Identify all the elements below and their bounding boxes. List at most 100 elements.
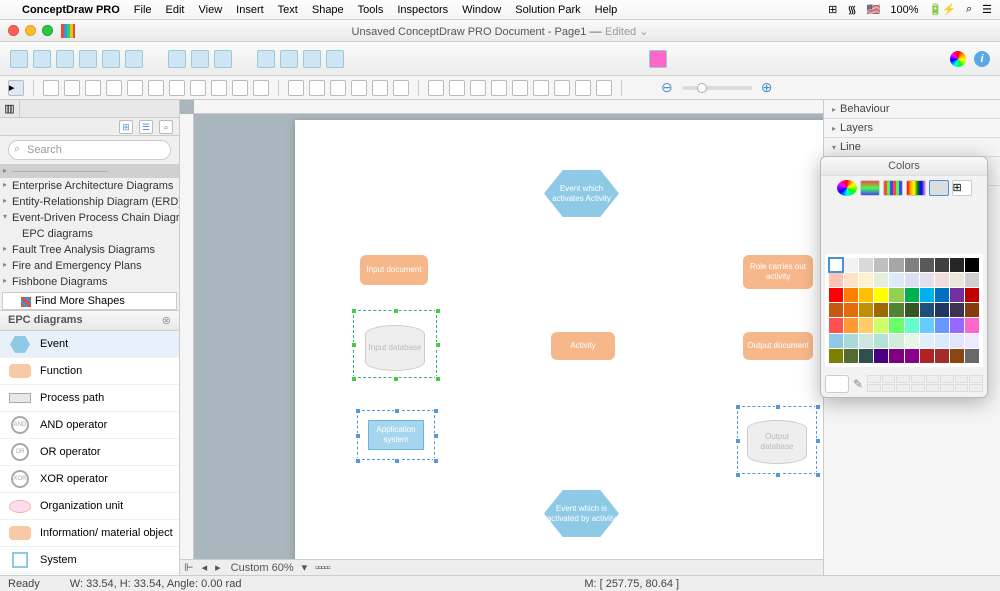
selection-handle[interactable] [433, 458, 439, 464]
shape-item[interactable]: Information [0, 574, 179, 575]
battery-level[interactable]: 100% [890, 4, 918, 16]
search-icon[interactable]: ⌕ [966, 3, 972, 16]
connector-tool[interactable] [449, 80, 465, 96]
shape-tool[interactable] [127, 80, 143, 96]
color-swatch[interactable] [905, 288, 919, 302]
color-swatch[interactable] [920, 258, 934, 272]
color-swatch[interactable] [889, 288, 903, 302]
zoom-slider[interactable] [682, 86, 752, 90]
drawing-page[interactable]: Event which activates Activity Input docu… [295, 120, 823, 560]
pointer-tool[interactable]: ▸ [8, 80, 24, 96]
selection-box[interactable] [737, 406, 817, 474]
zoom-in-icon[interactable]: ⊕ [761, 79, 773, 96]
color-swatch[interactable] [950, 303, 964, 317]
tool-button[interactable] [168, 50, 186, 68]
list-icon[interactable]: ☰ [982, 3, 992, 16]
line-tool[interactable] [330, 80, 346, 96]
selection-box[interactable] [353, 310, 437, 378]
library-header[interactable]: EPC diagrams⊗ [0, 310, 179, 331]
color-swatch[interactable] [874, 273, 888, 287]
tree-item[interactable]: Fault Tree Analysis Diagrams [0, 242, 179, 258]
color-swatch[interactable] [950, 258, 964, 272]
color-swatch[interactable] [844, 349, 858, 363]
color-swatch[interactable] [859, 273, 873, 287]
shape-item[interactable]: XORXOR operator [0, 466, 179, 493]
color-spectrum-mode[interactable] [906, 180, 926, 196]
search-input[interactable]: Search [8, 140, 171, 160]
tool-button[interactable] [280, 50, 298, 68]
connector-tool[interactable] [428, 80, 444, 96]
battery-icon[interactable]: 🔋⚡ [929, 3, 956, 16]
shape-tool[interactable] [253, 80, 269, 96]
color-swatch[interactable] [889, 303, 903, 317]
tool-button[interactable] [257, 50, 275, 68]
shape-item[interactable]: System [0, 547, 179, 574]
tree-item[interactable]: Fire and Emergency Plans [0, 258, 179, 274]
menu-tools[interactable]: Tools [358, 4, 384, 16]
tree-item[interactable]: Entity-Relationship Diagram (ERD) [0, 194, 179, 210]
canvas-shape[interactable]: Activity [551, 332, 615, 360]
tree-item[interactable]: Fishbone Diagrams [0, 274, 179, 290]
tree-item[interactable]: Event-Driven Process Chain Diagrams [0, 210, 179, 226]
color-swatch[interactable] [965, 273, 979, 287]
color-palette-mode[interactable] [883, 180, 903, 196]
canvas-area[interactable]: Event which activates Activity Input docu… [180, 100, 823, 575]
search-icon[interactable]: ⌕ [159, 120, 173, 134]
color-swatch[interactable] [889, 349, 903, 363]
connector-tool[interactable] [470, 80, 486, 96]
color-swatch[interactable] [874, 334, 888, 348]
color-swatch[interactable] [874, 303, 888, 317]
color-swatch[interactable] [859, 349, 873, 363]
info-icon[interactable]: i [974, 51, 990, 67]
color-swatch[interactable] [829, 334, 843, 348]
inspector-section[interactable]: Behaviour [824, 100, 1000, 119]
line-tool[interactable] [288, 80, 304, 96]
scroll-right-icon[interactable]: ▸ [211, 561, 225, 574]
color-swatch[interactable] [935, 288, 949, 302]
selection-handle[interactable] [815, 472, 821, 478]
menu-text[interactable]: Text [278, 4, 298, 16]
tool-button[interactable] [214, 50, 232, 68]
selection-box[interactable] [357, 410, 435, 460]
connector-tool[interactable] [533, 80, 549, 96]
colors-panel[interactable]: Colors ⊞ ✎ [820, 156, 988, 398]
color-crayon-mode[interactable] [929, 180, 949, 196]
tree-item[interactable]: Floor Plans [0, 290, 179, 292]
color-swatch[interactable] [905, 273, 919, 287]
color-swatch[interactable] [859, 258, 873, 272]
color-swatch[interactable] [844, 273, 858, 287]
tool-button[interactable] [102, 50, 120, 68]
color-swatch[interactable] [859, 318, 873, 332]
color-swatch[interactable] [920, 318, 934, 332]
color-swatch[interactable] [844, 318, 858, 332]
shape-item[interactable]: Event [0, 331, 179, 358]
color-swatch[interactable] [920, 288, 934, 302]
current-color[interactable] [825, 375, 849, 393]
selection-handle[interactable] [735, 472, 741, 478]
color-swatch[interactable] [965, 349, 979, 363]
color-swatch[interactable] [950, 273, 964, 287]
color-swatch[interactable] [905, 334, 919, 348]
selection-handle[interactable] [815, 404, 821, 410]
menu-help[interactable]: Help [595, 4, 618, 16]
color-swatch[interactable] [829, 288, 843, 302]
selection-handle[interactable] [435, 308, 441, 314]
view-list-icon[interactable]: ☰ [139, 120, 153, 134]
canvas-shape[interactable]: Output document [743, 332, 813, 360]
tree-item[interactable]: ─────────────── [0, 164, 179, 178]
canvas-shape[interactable]: Role carries out activity [743, 255, 813, 289]
shape-item[interactable]: Information/ material object [0, 520, 179, 547]
line-tool[interactable] [393, 80, 409, 96]
selection-handle[interactable] [435, 342, 441, 348]
zoom-label[interactable]: Custom 60% [225, 562, 300, 574]
grid-icon[interactable]: ⊞ [828, 3, 837, 16]
color-swatch[interactable] [935, 318, 949, 332]
inspector-section[interactable]: Line [824, 138, 1000, 157]
color-swatch[interactable] [905, 258, 919, 272]
canvas-shape[interactable]: Input document [360, 255, 428, 285]
tree-item[interactable]: Enterprise Architecture Diagrams [0, 178, 179, 194]
canvas-shape[interactable]: Event which activates Activity [544, 170, 619, 217]
color-swatch[interactable] [950, 288, 964, 302]
selection-handle[interactable] [735, 404, 741, 410]
shape-tool[interactable] [148, 80, 164, 96]
